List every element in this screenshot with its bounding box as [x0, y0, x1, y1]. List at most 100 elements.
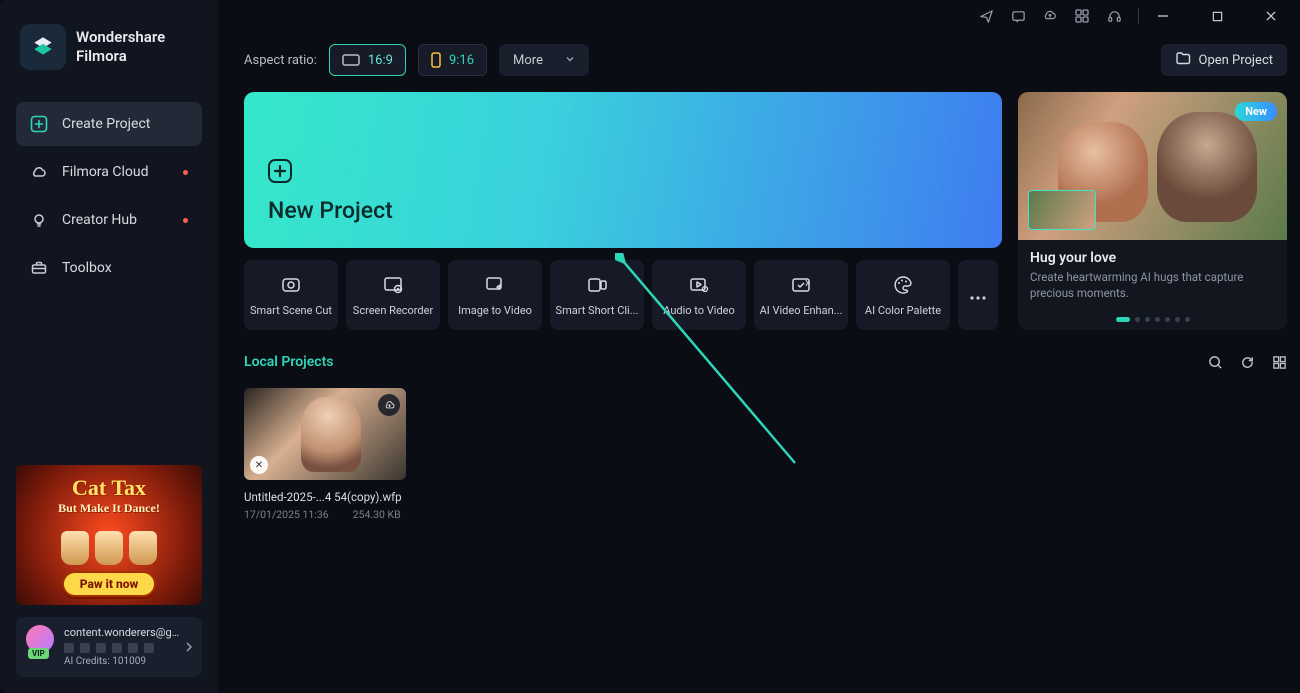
tool-ai-color-palette[interactable]: AI Color Palette — [856, 260, 950, 330]
folder-icon — [1175, 50, 1191, 70]
promo-subtitle: But Make It Dance! — [58, 501, 160, 516]
tool-label: Screen Recorder — [349, 304, 437, 317]
sidebar-nav: Create Project Filmora Cloud Creator Hub — [16, 102, 202, 290]
feature-title: Hug your love — [1030, 250, 1275, 266]
screen-recorder-icon — [382, 274, 404, 296]
local-projects-heading: Local Projects — [244, 354, 334, 370]
tool-label: AI Video Enhan... — [757, 304, 845, 317]
scene-cut-icon — [280, 274, 302, 296]
tool-more-button[interactable] — [958, 260, 998, 330]
chevron-down-icon — [565, 53, 575, 68]
account-card[interactable]: VIP content.wonderers@gmail... AI Credit… — [16, 617, 202, 677]
sidebar-item-toolbox[interactable]: Toolbox — [16, 246, 202, 290]
more-label: More — [513, 53, 543, 68]
plus-icon — [268, 159, 292, 183]
cloud-icon — [30, 163, 48, 181]
send-icon[interactable] — [978, 8, 994, 24]
sidebar-item-label: Create Project — [62, 116, 150, 132]
feature-thumbnail — [1028, 190, 1096, 230]
new-project-card[interactable]: New Project — [244, 92, 1002, 248]
search-icon[interactable] — [1207, 354, 1223, 370]
message-icon[interactable] — [1010, 8, 1026, 24]
headset-icon[interactable] — [1106, 8, 1122, 24]
ellipsis-icon — [969, 286, 987, 305]
promo-title: Cat Tax — [72, 475, 146, 501]
tool-image-to-video[interactable]: Image to Video — [448, 260, 542, 330]
sidebar-item-label: Filmora Cloud — [62, 164, 148, 180]
filmora-logo-icon — [20, 24, 66, 70]
account-credits: AI Credits: 101009 — [64, 655, 182, 670]
sidebar-item-create-project[interactable]: Create Project — [16, 102, 202, 146]
carousel-dots[interactable] — [1116, 317, 1190, 322]
sidebar-item-creator-hub[interactable]: Creator Hub — [16, 198, 202, 242]
apps-grid-icon[interactable] — [1074, 8, 1090, 24]
promo-cta-button[interactable]: Paw it now — [62, 571, 156, 597]
brand-line2: Filmora — [76, 47, 165, 66]
portrait-icon — [431, 52, 441, 68]
feature-image: New — [1018, 92, 1287, 240]
new-project-title: New Project — [268, 197, 978, 224]
sidebar-item-label: Creator Hub — [62, 212, 137, 228]
refresh-icon[interactable] — [1239, 354, 1255, 370]
account-email: content.wonderers@gmail... — [64, 625, 182, 641]
audio-to-video-icon — [688, 274, 710, 296]
open-project-label: Open Project — [1199, 53, 1274, 68]
sidebar-item-label: Toolbox — [62, 260, 112, 276]
top-toolbar: Aspect ratio: 16:9 9:16 More Open Projec… — [244, 32, 1287, 88]
account-apps — [64, 643, 182, 653]
short-clip-icon — [586, 274, 608, 296]
aspect-ratio-more-button[interactable]: More — [499, 44, 589, 76]
aspect-ratio-label-text: 9:16 — [449, 53, 474, 68]
feature-description: Create heartwarming AI hugs that capture… — [1030, 270, 1275, 301]
new-badge: New — [1235, 102, 1277, 121]
sidebar-item-filmora-cloud[interactable]: Filmora Cloud — [16, 150, 202, 194]
promo-banner[interactable]: Cat Tax But Make It Dance! Paw it now — [16, 465, 202, 605]
project-size: 254.30 KB — [353, 508, 401, 521]
cloud-upload-icon[interactable] — [1042, 8, 1058, 24]
tool-label: Image to Video — [451, 304, 539, 317]
view-grid-icon[interactable] — [1271, 354, 1287, 370]
app-logo: Wondershare Filmora — [16, 24, 202, 70]
ai-enhancer-icon — [790, 274, 812, 296]
aspect-ratio-16-9-button[interactable]: 16:9 — [329, 44, 406, 76]
window-minimize-button[interactable] — [1155, 8, 1171, 24]
chevron-right-icon — [184, 637, 194, 656]
feature-card[interactable]: New Hug your love Create heartwarming AI… — [1018, 92, 1287, 330]
window-maximize-button[interactable] — [1209, 8, 1225, 24]
project-thumbnail: ✕ — [244, 388, 406, 480]
bulb-icon — [30, 211, 48, 229]
tool-smart-scene-cut[interactable]: Smart Scene Cut — [244, 260, 338, 330]
open-project-button[interactable]: Open Project — [1161, 44, 1288, 76]
tool-label: AI Color Palette — [859, 304, 947, 317]
tool-label: Audio to Video — [655, 304, 743, 317]
vip-badge: VIP — [28, 648, 49, 659]
title-bar — [244, 0, 1287, 32]
cloud-upload-icon[interactable] — [378, 394, 400, 416]
tool-smart-short-clip[interactable]: Smart Short Cli... — [550, 260, 644, 330]
aspect-ratio-9-16-button[interactable]: 9:16 — [418, 44, 487, 76]
tool-ai-video-enhancer[interactable]: AI Video Enhan... — [754, 260, 848, 330]
project-date: 17/01/2025 11:36 — [244, 508, 329, 521]
brand-line1: Wondershare — [76, 28, 165, 47]
tool-label: Smart Scene Cut — [247, 304, 335, 317]
tool-audio-to-video[interactable]: Audio to Video — [652, 260, 746, 330]
image-to-video-icon — [484, 274, 506, 296]
project-type-badge-icon: ✕ — [250, 456, 268, 474]
tool-label: Smart Short Cli... — [553, 304, 641, 317]
project-name: Untitled-2025-...4 54(copy).wfp — [244, 490, 406, 504]
notification-dot — [183, 218, 188, 223]
aspect-ratio-label-text: 16:9 — [368, 53, 393, 68]
toolbox-icon — [30, 259, 48, 277]
plus-square-icon — [30, 115, 48, 133]
color-palette-icon — [892, 274, 914, 296]
project-item[interactable]: ✕ Untitled-2025-...4 54(copy).wfp 17/01/… — [244, 388, 406, 521]
window-close-button[interactable] — [1263, 8, 1279, 24]
notification-dot — [183, 170, 188, 175]
tool-screen-recorder[interactable]: Screen Recorder — [346, 260, 440, 330]
promo-art — [61, 516, 157, 571]
landscape-icon — [342, 54, 360, 66]
sidebar: Wondershare Filmora Create Project Filmo… — [0, 0, 218, 693]
tool-row: Smart Scene Cut Screen Recorder Image to… — [244, 260, 1002, 330]
main-area: Aspect ratio: 16:9 9:16 More Open Projec… — [218, 0, 1300, 693]
aspect-ratio-label: Aspect ratio: — [244, 53, 317, 68]
